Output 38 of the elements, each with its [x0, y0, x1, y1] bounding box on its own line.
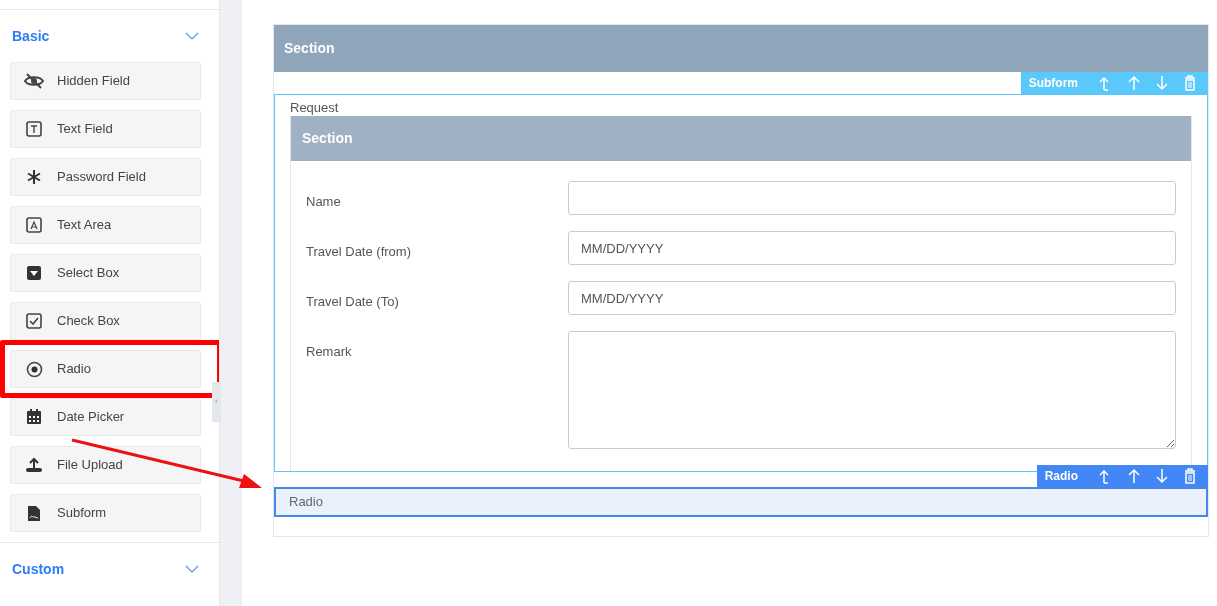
component-item[interactable]: Select Box	[10, 254, 201, 292]
component-item[interactable]: Date Picker	[10, 398, 201, 436]
asterisk-icon	[26, 169, 42, 185]
toolbar-label: Subform	[1028, 75, 1078, 92]
eye-slash-icon	[24, 73, 44, 89]
field-label: Name	[306, 193, 342, 211]
section-header: Section	[274, 25, 1208, 72]
text-input[interactable]: MM/DD/YYYY	[568, 231, 1176, 265]
document-icon	[27, 504, 41, 522]
chevron-icon[interactable]	[185, 565, 199, 573]
toolbar-label: Radio	[1044, 468, 1078, 485]
dropped-radio-component[interactable]: Radio	[274, 487, 1208, 517]
radio-icon	[25, 360, 43, 378]
component-item[interactable]: Hidden Field	[10, 62, 201, 100]
text-input[interactable]: MM/DD/YYYY	[568, 281, 1176, 315]
group-title: Custom	[12, 559, 65, 579]
text-box-icon	[26, 121, 42, 137]
component-item[interactable]: Text Area	[10, 206, 201, 244]
chevron-icon[interactable]	[185, 32, 199, 40]
dropdown-icon	[26, 265, 42, 281]
component-item[interactable]: Text Field	[10, 110, 201, 148]
section-header: Section	[291, 116, 1191, 161]
text-input[interactable]	[568, 181, 1176, 215]
component-item[interactable]: File Upload	[10, 446, 201, 484]
component-item[interactable]: Radio	[10, 350, 201, 388]
field-label: Remark	[306, 343, 353, 361]
remark-field[interactable]	[568, 331, 1176, 449]
field-label: Travel Date (from)	[306, 243, 412, 261]
upload-icon	[25, 457, 43, 473]
component-item[interactable]: Subform	[10, 494, 201, 532]
calendar-icon	[26, 409, 42, 425]
field-label: Travel Date (To)	[306, 293, 400, 311]
group-title: Basic	[12, 26, 50, 46]
component-item[interactable]: Check Box	[10, 302, 201, 340]
letter-box-icon	[26, 217, 42, 233]
component-item[interactable]: Password Field	[10, 158, 201, 196]
checkbox-icon	[26, 313, 42, 329]
subform-label: Request	[290, 99, 340, 116]
